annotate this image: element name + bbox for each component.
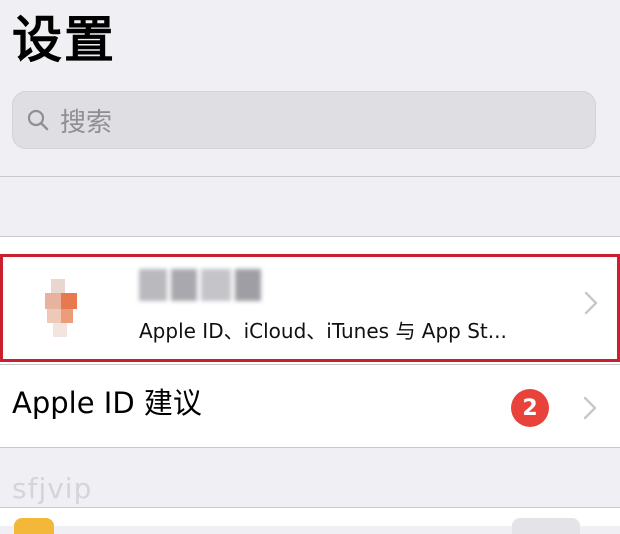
notification-badge: 2 <box>511 389 549 427</box>
profile-subtitle: Apple ID、iCloud、iTunes 与 App St... <box>139 319 507 343</box>
search-icon <box>26 106 54 134</box>
watermark: sfjvip <box>12 472 93 505</box>
next-settings-row[interactable] <box>0 508 620 534</box>
page-title: 设置 <box>12 11 116 69</box>
section-divider-bottom <box>0 447 620 448</box>
profile-name-blurred <box>139 269 269 301</box>
apple-id-profile-row[interactable]: Apple ID、iCloud、iTunes 与 App St... <box>0 254 620 362</box>
header-divider <box>0 176 620 177</box>
search-placeholder: 搜索 <box>60 107 113 138</box>
toggle-switch <box>512 518 580 534</box>
apple-id-suggestions-label: Apple ID 建议 <box>12 386 202 420</box>
avatar <box>41 277 85 339</box>
chevron-right-icon <box>583 396 597 420</box>
search-field[interactable]: 搜索 <box>12 91 596 149</box>
chevron-right-icon <box>584 291 598 315</box>
app-icon <box>14 518 54 534</box>
